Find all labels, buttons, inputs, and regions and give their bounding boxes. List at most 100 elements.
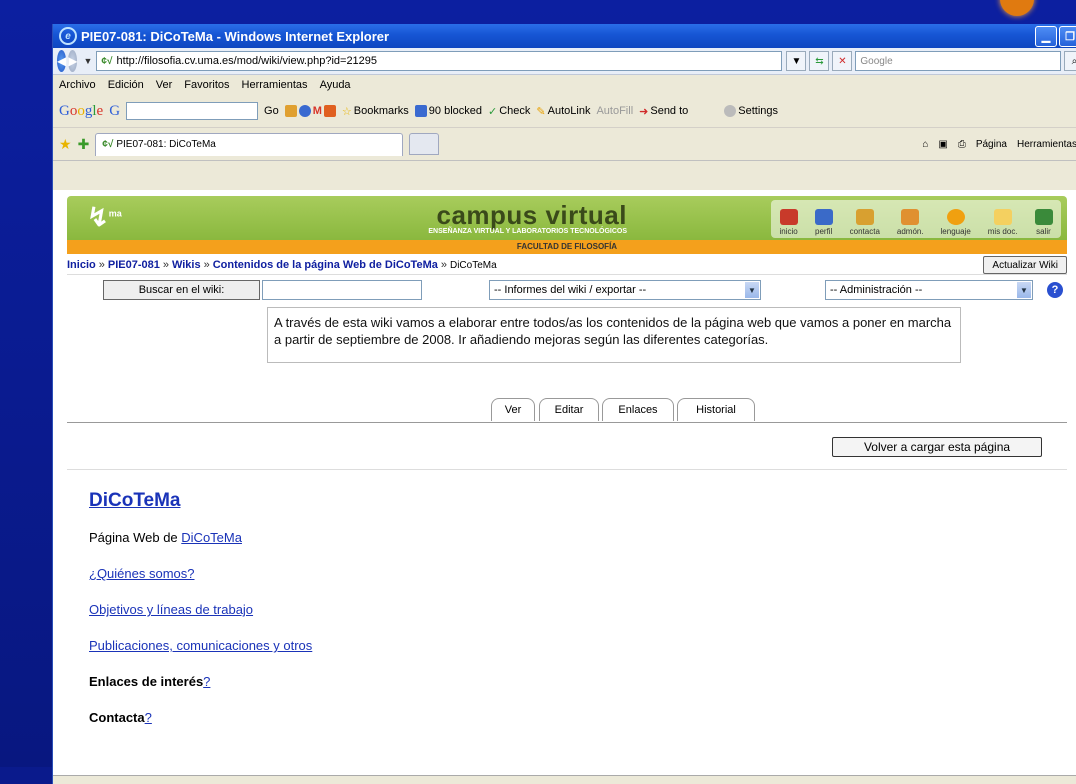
admin-icon bbox=[901, 209, 920, 225]
contacta-text: Contacta bbox=[89, 710, 145, 725]
maximize-button[interactable]: ❐ bbox=[1059, 25, 1076, 47]
admin-select-value: -- Administración -- bbox=[830, 284, 923, 296]
uma-logo[interactable]: ↯ma bbox=[87, 202, 122, 233]
wiki-search-input[interactable] bbox=[262, 280, 422, 300]
nav-lenguaje[interactable]: lenguaje bbox=[941, 209, 971, 236]
chevron-down-icon: ▼ bbox=[745, 282, 759, 298]
page-content: ↯ma campus virtual ENSEÑANZA VIRTUAL Y L… bbox=[53, 190, 1076, 784]
tab-historial[interactable]: Historial bbox=[677, 398, 755, 421]
address-dropdown-icon[interactable]: ▼ bbox=[786, 51, 807, 71]
tab-title: PIE07-081: DiCoTeMa bbox=[116, 139, 216, 150]
nav-inicio[interactable]: inicio bbox=[779, 209, 798, 236]
bookmarks-button[interactable]: ☆ Bookmarks bbox=[342, 105, 409, 118]
settings-button[interactable]: Settings bbox=[724, 105, 778, 117]
admin-select[interactable]: -- Administración -- ▼ bbox=[825, 280, 1033, 300]
address-bar[interactable]: ¢√ http://filosofia.cv.uma.es/mod/wiki/v… bbox=[96, 51, 783, 71]
menu-ayuda[interactable]: Ayuda bbox=[320, 79, 351, 91]
search-icon[interactable]: ⌕ bbox=[1064, 51, 1076, 71]
crumb-wikis[interactable]: Wikis bbox=[172, 259, 201, 271]
sendto-icon: ➜ bbox=[639, 105, 649, 118]
autofill-button[interactable]: AutoFill bbox=[596, 105, 633, 117]
tab-enlaces[interactable]: Enlaces bbox=[602, 398, 674, 421]
link-paragraph: Objetivos y líneas de trabajo bbox=[89, 602, 312, 617]
print-icon[interactable]: ⎙ bbox=[958, 139, 966, 150]
google-g-icon[interactable]: G bbox=[109, 103, 120, 120]
autolink-button[interactable]: ✎ AutoLink bbox=[536, 105, 590, 118]
crumb-inicio[interactable]: Inicio bbox=[67, 259, 96, 271]
reload-page-button[interactable]: Volver a cargar esta página bbox=[832, 437, 1042, 457]
favorites-star-icon[interactable]: ★ bbox=[59, 136, 72, 153]
crumb-section[interactable]: Contenidos de la página Web de DiCoTeMa bbox=[213, 259, 438, 271]
url-text: http://filosofia.cv.uma.es/mod/wiki/view… bbox=[116, 55, 378, 67]
nav-perfil[interactable]: perfil bbox=[814, 209, 833, 236]
go-label: Go bbox=[264, 105, 279, 117]
new-tab-button[interactable] bbox=[409, 133, 440, 155]
history-dropdown-icon[interactable]: ▼ bbox=[83, 56, 92, 66]
enlaces-create-link[interactable]: ? bbox=[203, 674, 210, 689]
link-quienes-somos[interactable]: ¿Quiénes somos? bbox=[89, 566, 195, 581]
star-icon: ☆ bbox=[341, 105, 352, 118]
browser-tab[interactable]: ¢√ PIE07-081: DiCoTeMa bbox=[95, 132, 404, 156]
back-button[interactable]: ◀ bbox=[57, 50, 67, 72]
link-objetivos[interactable]: Objetivos y líneas de trabajo bbox=[89, 602, 253, 617]
language-icon bbox=[946, 209, 965, 225]
toolbar-icons[interactable]: M bbox=[284, 105, 336, 117]
menu-herramientas[interactable]: Herramientas bbox=[242, 79, 308, 91]
autolink-icon: ✎ bbox=[536, 105, 546, 118]
menu-favoritos[interactable]: Favoritos bbox=[184, 79, 229, 91]
tab-editar[interactable]: Editar bbox=[539, 398, 599, 421]
nav-salir[interactable]: salir bbox=[1034, 209, 1053, 236]
refresh-icon[interactable]: ⇆ bbox=[809, 51, 830, 71]
feeds-icon[interactable]: ▣ bbox=[938, 139, 947, 150]
settings-label: Settings bbox=[738, 105, 779, 117]
autolink-label: AutoLink bbox=[547, 105, 591, 117]
nav-contacta-label: contacta bbox=[849, 227, 880, 236]
menu-edicion[interactable]: Edición bbox=[108, 79, 144, 91]
home-icon[interactable]: ⌂ bbox=[922, 139, 928, 150]
go-button[interactable]: Go bbox=[264, 105, 279, 117]
sendto-button[interactable]: ➜ Send to bbox=[639, 105, 688, 118]
campus-title: campus virtual bbox=[436, 200, 627, 230]
forward-button[interactable]: ▶ bbox=[68, 50, 78, 72]
gmail-icon: M bbox=[312, 105, 322, 117]
crumb-course[interactable]: PIE07-081 bbox=[108, 259, 160, 271]
update-wiki-button[interactable]: Actualizar Wiki bbox=[983, 256, 1067, 274]
search-input[interactable]: Google bbox=[855, 51, 1062, 71]
minimize-button[interactable]: ▁ bbox=[1035, 25, 1057, 47]
page-title[interactable]: DiCoTeMa bbox=[89, 490, 312, 512]
check-label: Check bbox=[499, 105, 531, 117]
help-icon[interactable]: ? bbox=[1047, 282, 1063, 298]
wiki-description: A través de esta wiki vamos a elaborar e… bbox=[267, 307, 961, 363]
contacta-create-link[interactable]: ? bbox=[145, 710, 152, 725]
intro-text: Página Web de bbox=[89, 530, 182, 545]
herramientas-menu[interactable]: Herramientas bbox=[1017, 139, 1076, 150]
ie-icon: e bbox=[59, 27, 77, 45]
spellcheck-button[interactable]: ✓ Check bbox=[488, 105, 530, 118]
nav-admon[interactable]: admón. bbox=[897, 209, 924, 236]
intro-link[interactable]: DiCoTeMa bbox=[181, 530, 242, 545]
nav-contacta[interactable]: contacta bbox=[850, 209, 880, 236]
stop-icon[interactable]: ✕ bbox=[832, 51, 853, 71]
wiki-search-button[interactable]: Buscar en el wiki: bbox=[103, 280, 260, 300]
crumb-current: DiCoTeMa bbox=[449, 259, 497, 271]
chevron-down-icon: ▼ bbox=[1017, 282, 1031, 298]
home-nav-icon bbox=[779, 209, 798, 225]
google-search-input[interactable] bbox=[126, 102, 259, 120]
popup-blocker-button[interactable]: 90 blocked bbox=[414, 105, 482, 117]
tab-site-icon: ¢√ bbox=[102, 139, 114, 150]
nav-perfil-label: perfil bbox=[815, 227, 833, 236]
reports-select[interactable]: -- Informes del wiki / exportar -- ▼ bbox=[489, 280, 761, 300]
link-paragraph: ¿Quiénes somos? bbox=[89, 566, 312, 581]
add-favorite-icon[interactable]: ✚ bbox=[78, 136, 90, 153]
menu-bar: Archivo Edición Ver Favoritos Herramient… bbox=[53, 75, 1076, 95]
pagina-menu[interactable]: Página bbox=[976, 139, 1007, 150]
nav-misdoc[interactable]: mis doc. bbox=[988, 209, 1018, 236]
enlaces-paragraph: Enlaces de interés? bbox=[89, 674, 312, 689]
menu-ver[interactable]: Ver bbox=[156, 79, 173, 91]
wiki-toolbar: Buscar en el wiki: -- Informes del wiki … bbox=[103, 280, 1063, 300]
link-publicaciones[interactable]: Publicaciones, comunicaciones y otros bbox=[89, 638, 312, 653]
menu-archivo[interactable]: Archivo bbox=[59, 79, 96, 91]
address-row: ◀ ▶ ▼ ¢√ http://filosofia.cv.uma.es/mod/… bbox=[53, 48, 1076, 75]
tab-ver[interactable]: Ver bbox=[491, 398, 535, 421]
wiki-page-body: DiCoTeMa Página Web de DiCoTeMa ¿Quiénes… bbox=[89, 490, 312, 746]
